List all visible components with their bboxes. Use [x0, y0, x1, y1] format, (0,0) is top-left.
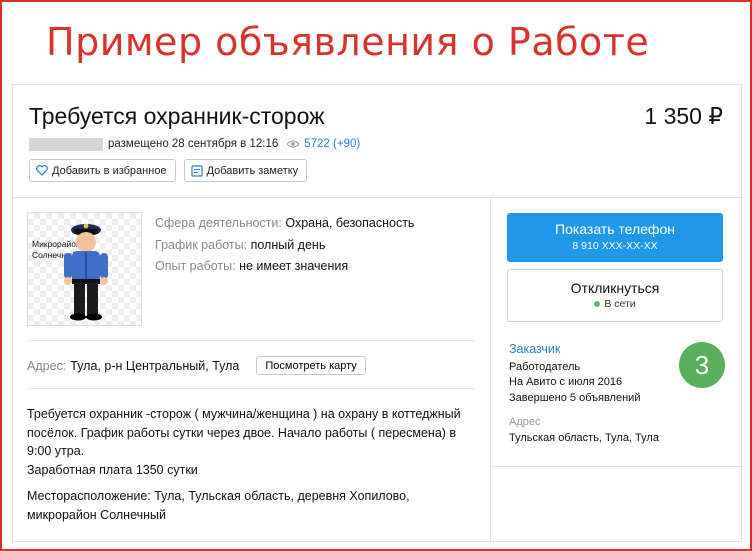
redacted-author — [29, 137, 103, 151]
param-experience: Опыт работы: не имеет значения — [155, 256, 414, 278]
seller-address-label: Адрес — [509, 416, 541, 428]
param-sphere-value: Охрана, безопасность — [285, 216, 415, 230]
security-guard-illustration — [64, 223, 108, 321]
address-value: Тула, р-н Центральный, Тула — [70, 358, 240, 373]
posted-date: размещено 28 сентября в 12:16 — [108, 138, 279, 150]
listing-meta: размещено 28 сентября в 12:16 5722 (+90) — [29, 136, 360, 152]
online-status-text: В сети — [604, 298, 636, 310]
respond-button[interactable]: Откликнуться В сети — [507, 269, 723, 322]
param-schedule-key: График работы: — [155, 237, 248, 252]
divider — [27, 340, 475, 341]
show-map-button[interactable]: Посмотреть карту — [256, 356, 366, 375]
add-note-button[interactable]: Добавить заметку — [183, 159, 308, 182]
param-experience-key: Опыт работы: — [155, 259, 236, 273]
online-dot-icon — [594, 301, 601, 307]
add-favorite-label: Добавить в избранное — [52, 164, 167, 177]
phone-number: 8 910 XXX-XX-XX — [572, 240, 658, 252]
description-text: Требуется охранник -сторож ( мужчина/жен… — [27, 407, 461, 458]
seller-completed: Завершено 5 объявлений — [509, 391, 641, 404]
param-sphere-key: Сфера деятельности: — [155, 216, 282, 230]
listing-actions: Добавить в избранное Добавить заметку — [29, 159, 308, 182]
divider — [27, 388, 475, 389]
add-favorite-button[interactable]: Добавить в избранное — [29, 159, 176, 182]
listing-photo[interactable]: Микрорайон Солнечный — [27, 212, 142, 326]
show-phone-label: Показать телефон — [555, 221, 675, 237]
listing-card: Требуется охранник-сторож 1 350 ₽ размещ… — [12, 84, 743, 543]
listing-title: Требуется охранник-сторож — [29, 103, 325, 129]
add-note-label: Добавить заметку — [206, 164, 299, 177]
description-paragraph: Требуется охранник -сторож ( мужчина/жен… — [27, 405, 477, 479]
listing-description: Требуется охранник -сторож ( мужчина/жен… — [27, 405, 477, 532]
note-icon — [190, 164, 203, 177]
seller-since: На Авито с июля 2016 — [509, 376, 623, 388]
address-row: Адрес: Тула, р-н Центральный, Тула Посмо… — [27, 356, 366, 375]
respond-label: Откликнуться — [570, 280, 660, 296]
param-schedule-value: полный день — [250, 237, 326, 252]
eye-icon — [286, 139, 301, 149]
listing-price: 1 350 ₽ — [644, 103, 723, 129]
contact-panel: Показать телефон 8 910 XXX-XX-XX Откликн… — [491, 197, 743, 467]
step-number-badge: 3 — [679, 342, 725, 388]
seller-info: Заказчик Работодатель На Авито с июля 20… — [509, 342, 659, 446]
online-status: В сети — [508, 298, 722, 310]
location-text: Месторасположение: Тула, Тульская област… — [27, 489, 410, 522]
seller-address: Тульская область, Тула, Тула — [509, 431, 659, 444]
param-experience-value: не имеет значения — [239, 259, 349, 273]
listing-details: Микрорайон Солнечный Сфера деятельности:… — [13, 197, 491, 543]
param-sphere: Сфера деятельности: Охрана, безопасность — [155, 213, 414, 235]
salary-text: Заработная плата 1350 сутки — [27, 462, 198, 477]
view-count: 5722 (+90) — [304, 138, 361, 150]
banner-title: Пример объявления о Работе — [46, 20, 650, 64]
job-parameters: Сфера деятельности: Охрана, безопасность… — [155, 213, 414, 278]
seller-name-link[interactable]: Заказчик — [509, 342, 659, 358]
show-phone-button[interactable]: Показать телефон 8 910 XXX-XX-XX — [507, 213, 723, 262]
heart-icon — [36, 165, 48, 176]
address-key: Адрес: — [27, 358, 67, 373]
seller-type: Работодатель — [509, 360, 581, 373]
param-schedule: График работы: полный день — [155, 235, 414, 257]
